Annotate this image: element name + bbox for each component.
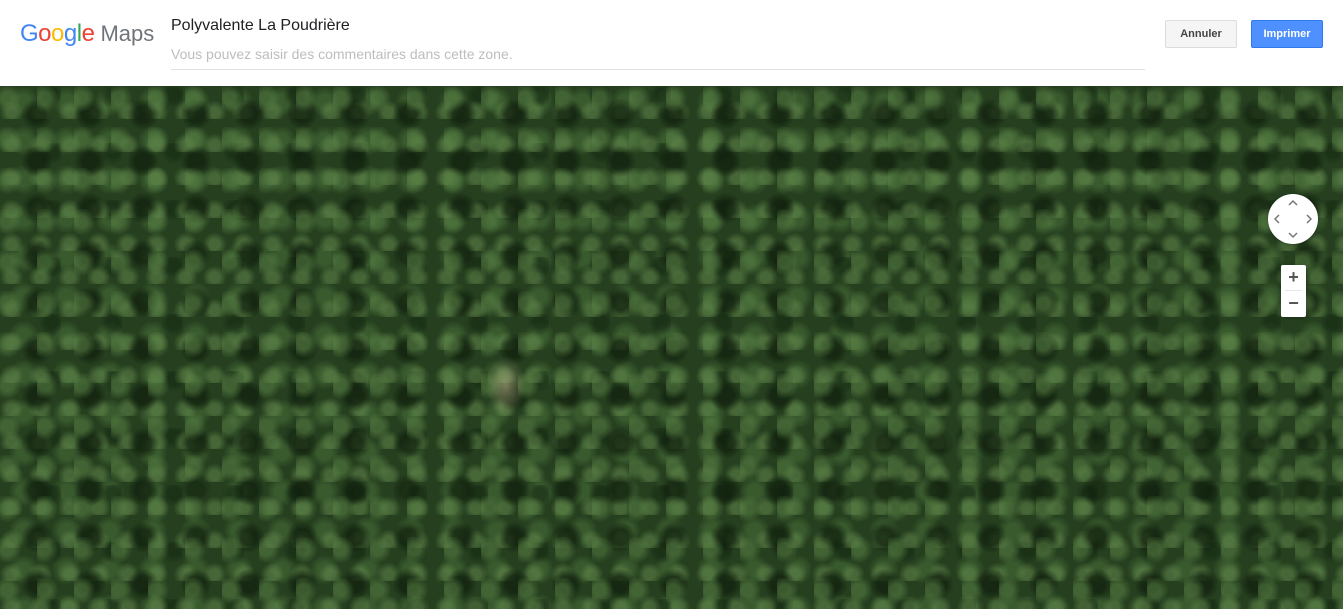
- map-clearing: [486, 356, 526, 416]
- logo-letter: e: [81, 20, 95, 47]
- title-block: Polyvalente La Poudrière: [171, 16, 1145, 70]
- comments-input[interactable]: [171, 44, 1145, 64]
- logo-letter: o: [38, 20, 52, 47]
- maps-wordmark: Maps: [100, 21, 155, 46]
- chevron-right-icon[interactable]: [1302, 212, 1316, 226]
- chevron-left-icon[interactable]: [1270, 212, 1284, 226]
- place-title: Polyvalente La Poudrière: [171, 17, 350, 34]
- satellite-map[interactable]: + −: [0, 86, 1343, 609]
- pan-control[interactable]: [1268, 194, 1318, 244]
- zoom-out-button[interactable]: −: [1281, 291, 1306, 316]
- logo-letter: G: [20, 20, 39, 47]
- google-wordmark: Google: [20, 20, 95, 48]
- logo-letter: g: [63, 20, 77, 47]
- print-header: Google Maps Polyvalente La Poudrière Ann…: [0, 0, 1343, 86]
- zoom-control: + −: [1281, 265, 1306, 317]
- cancel-button[interactable]: Annuler: [1165, 20, 1237, 48]
- chevron-down-icon[interactable]: [1286, 228, 1300, 242]
- logo-letter: o: [51, 20, 64, 47]
- print-button[interactable]: Imprimer: [1251, 20, 1323, 48]
- zoom-in-button[interactable]: +: [1281, 265, 1306, 290]
- chevron-up-icon[interactable]: [1286, 196, 1300, 210]
- google-maps-logo: Google Maps: [20, 20, 154, 48]
